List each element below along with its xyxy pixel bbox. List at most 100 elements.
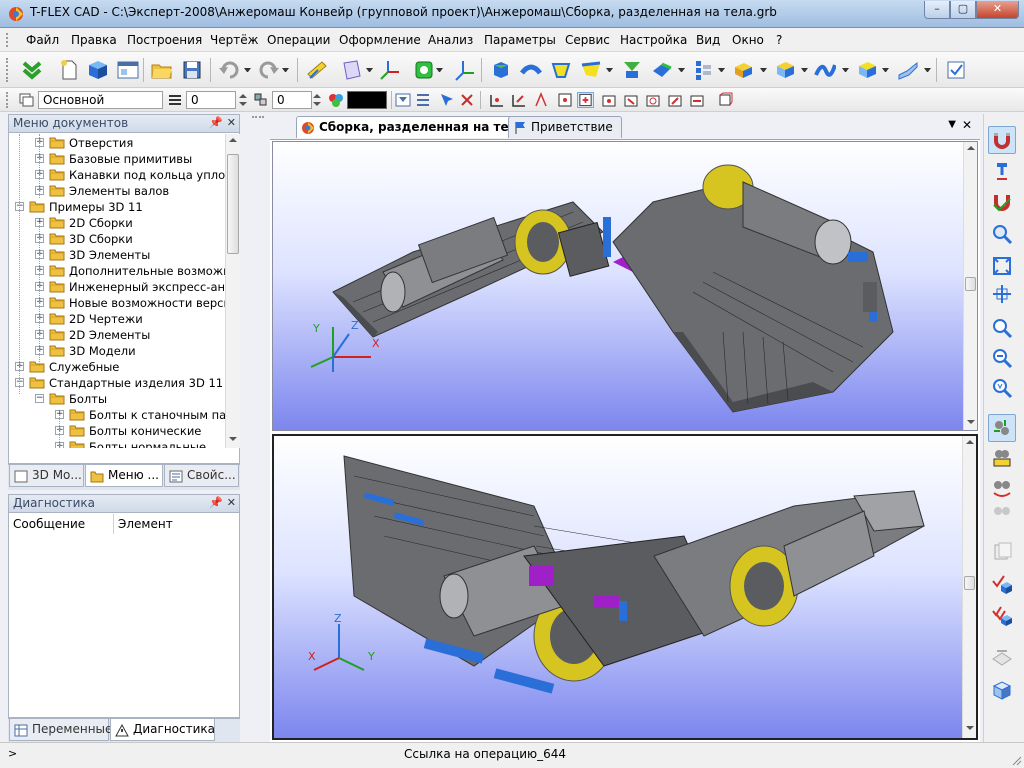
collapse-icon[interactable]: − — [35, 394, 44, 403]
3d-path-icon[interactable] — [452, 58, 476, 82]
sweep-icon[interactable] — [579, 58, 603, 82]
surface-icon[interactable] — [813, 58, 837, 82]
level-input[interactable]: 0 — [272, 91, 312, 109]
redo-icon[interactable] — [256, 58, 280, 82]
document-close-button[interactable]: ✕ — [962, 118, 972, 132]
lcs-axes-icon[interactable] — [378, 58, 402, 82]
pin-icon[interactable]: 📌 — [209, 116, 223, 129]
new-3d-model-icon[interactable] — [86, 58, 110, 82]
tab-properties[interactable]: Свойс... — [164, 465, 239, 487]
new-document-icon[interactable] — [57, 58, 81, 82]
snap-icon-8[interactable] — [644, 92, 661, 108]
menu-analysis[interactable]: Анализ — [428, 33, 473, 47]
viewport-top-scrollbar[interactable] — [963, 142, 977, 430]
line-width-input[interactable]: 0 — [186, 91, 236, 109]
select-filter-icon-1[interactable] — [438, 92, 455, 108]
workplane-icon[interactable] — [340, 58, 364, 82]
menu-formatting[interactable]: Оформление — [339, 33, 421, 47]
section-icon[interactable] — [855, 58, 879, 82]
column-message[interactable]: Сообщение — [9, 514, 114, 534]
tree-item[interactable]: + Болты нормальные — [9, 439, 225, 448]
viewport-bottom[interactable]: Z X Y — [272, 434, 978, 740]
viewport-bottom-scrollbar[interactable] — [962, 436, 976, 738]
orbit-view-icon[interactable] — [988, 474, 1016, 502]
column-element[interactable]: Элемент — [114, 514, 239, 534]
tree-scrollbar[interactable] — [225, 134, 240, 448]
snap-icon-5[interactable] — [577, 92, 594, 108]
tree-item[interactable]: +Новые возможности версии... — [9, 295, 225, 311]
ruler-pencil-icon[interactable] — [305, 58, 329, 82]
properties-dialog-icon[interactable] — [944, 58, 968, 82]
tree-item[interactable]: + Базовые примитивы — [9, 151, 225, 167]
zoom-fit-icon[interactable] — [988, 280, 1016, 308]
fly-view-icon[interactable] — [988, 500, 1016, 528]
array-icon[interactable] — [692, 58, 716, 82]
menu-parameters[interactable]: Параметры — [484, 33, 556, 47]
level-spinner[interactable] — [312, 91, 322, 109]
zoom-in-icon[interactable] — [988, 314, 1016, 342]
tree-item[interactable]: +2D Сборки — [9, 215, 225, 231]
color-palette-icon[interactable] — [327, 92, 344, 108]
snap-icon-1[interactable] — [488, 92, 505, 108]
loft-icon[interactable] — [549, 58, 573, 82]
tree-item[interactable]: +3D Сборки — [9, 231, 225, 247]
viewport-bottom-scroll-thumb[interactable] — [964, 576, 975, 590]
tree-item[interactable]: +3D Модели — [9, 343, 225, 359]
tree-scroll-thumb[interactable] — [227, 154, 239, 254]
tab-variables[interactable]: Переменные — [9, 719, 112, 741]
rotate-view-icon[interactable] — [988, 414, 1016, 442]
3d-node-icon[interactable] — [412, 58, 436, 82]
tree-item[interactable]: +Болты к станочным паз... — [9, 407, 225, 423]
rotation-icon[interactable] — [519, 58, 543, 82]
menu-construct[interactable]: Построения — [127, 33, 202, 47]
viewport-top-scroll-thumb[interactable] — [965, 277, 976, 291]
panel-close-icon[interactable]: ✕ — [227, 116, 236, 129]
view-cube-icon[interactable] — [716, 92, 733, 108]
zoom-window-icon[interactable] — [988, 220, 1016, 248]
snap-icon-10[interactable] — [688, 92, 705, 108]
tree-item[interactable]: − Болты — [9, 391, 225, 407]
menu-window[interactable]: Окно — [732, 33, 764, 47]
tree-item[interactable]: + Элементы валов — [9, 183, 225, 199]
menu-help[interactable]: ? — [776, 33, 782, 47]
snap-icon-7[interactable] — [622, 92, 639, 108]
pan-view-icon[interactable] — [988, 444, 1016, 472]
thicken-icon[interactable] — [773, 58, 797, 82]
zoom-dynamic-icon[interactable] — [988, 344, 1016, 372]
check-box-icon[interactable] — [988, 570, 1016, 598]
cube-view-icon[interactable] — [988, 676, 1016, 704]
tree-item[interactable]: + Служебные — [9, 359, 225, 375]
snap-icon-2[interactable] — [510, 92, 527, 108]
menu-file[interactable]: Файл — [26, 33, 59, 47]
open-file-icon[interactable] — [150, 58, 174, 82]
body-ops-icon[interactable] — [731, 58, 755, 82]
save-file-icon[interactable] — [180, 58, 204, 82]
tree-item[interactable]: + Отверстия — [9, 135, 225, 151]
resize-grip-icon[interactable] — [1010, 754, 1022, 766]
pin-tool-icon[interactable] — [988, 158, 1016, 186]
extrusion-icon[interactable] — [489, 58, 513, 82]
clip-plane-icon[interactable] — [988, 644, 1016, 672]
tab-menu[interactable]: Меню ... — [85, 465, 163, 487]
splitter[interactable] — [244, 114, 268, 742]
window-layout-icon[interactable] — [116, 58, 140, 82]
fillet-icon[interactable] — [650, 58, 674, 82]
menu-service[interactable]: Сервис — [565, 33, 610, 47]
magnet-check-icon[interactable] — [988, 188, 1016, 216]
snap-icon-9[interactable] — [666, 92, 683, 108]
tab-3d-model[interactable]: 3D Мо... — [9, 465, 84, 487]
menu-operations[interactable]: Операции — [267, 33, 330, 47]
tree-item[interactable]: +2D Элементы — [9, 327, 225, 343]
tab-diagnostics[interactable]: Диагностика — [110, 719, 215, 741]
maximize-button[interactable]: ▢ — [950, 1, 976, 19]
copy-pages-icon[interactable] — [988, 538, 1016, 566]
magnet-snap-icon[interactable] — [988, 126, 1016, 154]
pin-icon[interactable]: 📌 — [209, 496, 223, 509]
menu-edit[interactable]: Правка — [71, 33, 117, 47]
tree-item[interactable]: +Канавки под кольца уплотнит — [9, 167, 225, 183]
tab-welcome[interactable]: Приветствие — [508, 116, 622, 138]
close-button[interactable]: ✕ — [976, 1, 1019, 19]
tree-item[interactable]: + Болты конические — [9, 423, 225, 439]
panel-close-icon[interactable]: ✕ — [227, 496, 236, 509]
menu-drawing[interactable]: Чертёж — [210, 33, 258, 47]
